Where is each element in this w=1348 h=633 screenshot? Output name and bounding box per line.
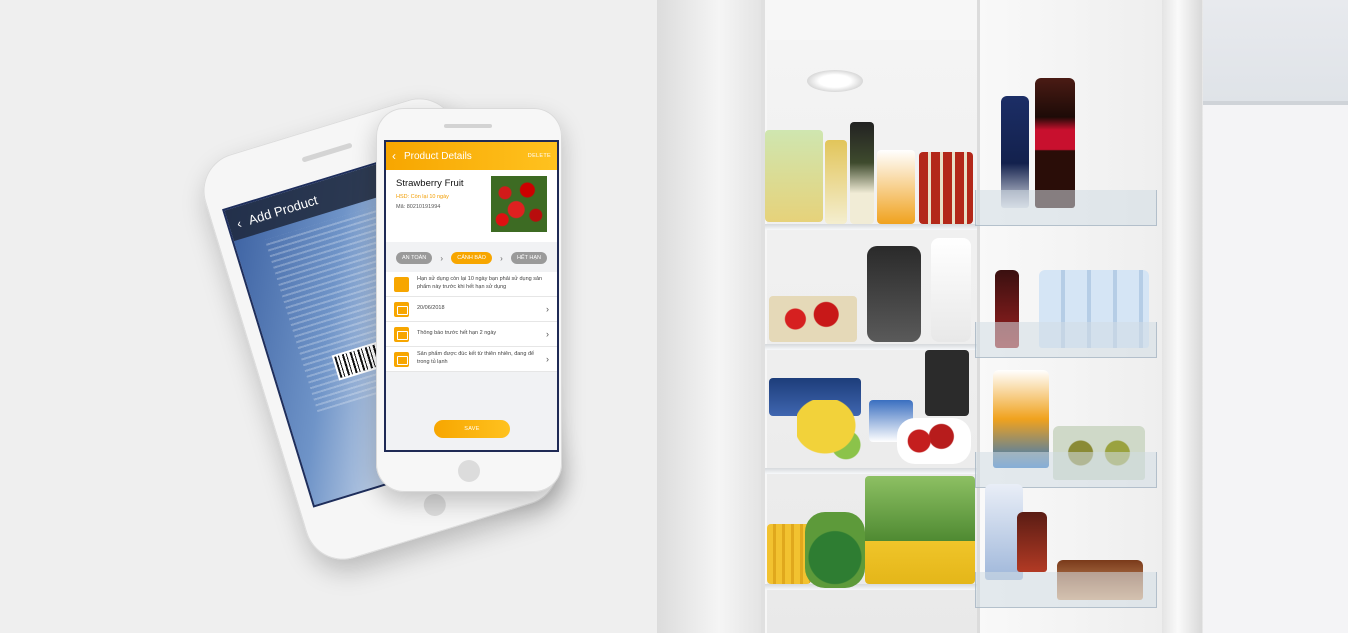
list-item: Hạn sử dụng còn lại 10 ngày bạn phải sử … xyxy=(386,272,557,297)
home-button xyxy=(421,491,449,519)
status-steps: AN TOÀN › CẢNH BÁO › HẾT HẠN xyxy=(386,242,557,270)
food-item xyxy=(769,296,857,342)
fridge-door-edge xyxy=(1162,0,1202,633)
page-title: Product Details xyxy=(404,150,472,162)
add-product-title: Add Product xyxy=(246,191,320,228)
door-bin xyxy=(975,572,1157,608)
food-item xyxy=(877,150,915,224)
list-item[interactable]: Thông báo trước hết hạn 2 ngày › xyxy=(386,322,557,347)
step-expired[interactable]: HẾT HẠN xyxy=(510,252,547,264)
row-text: Hạn sử dụng còn lại 10 ngày bạn phải sử … xyxy=(417,276,543,290)
fridge-light xyxy=(807,70,863,92)
sauce-jar xyxy=(1017,512,1047,572)
door-bin xyxy=(975,322,1157,358)
fridge-shelf xyxy=(765,468,979,474)
product-image xyxy=(491,176,547,232)
chevron-right-icon: › xyxy=(440,253,444,263)
fridge-photo xyxy=(657,0,1348,633)
fridge-left-door xyxy=(657,0,761,633)
food-item xyxy=(897,418,971,464)
food-item xyxy=(931,238,971,342)
front-phone: ‹ Product Details DELETE Strawberry Frui… xyxy=(376,108,562,492)
food-item xyxy=(805,512,865,588)
row-text: Sản phẩm được đúc kết từ thiên nhiên, đa… xyxy=(417,351,535,365)
note-icon xyxy=(394,351,409,367)
row-text: 20/06/2018 xyxy=(417,305,445,312)
chevron-right-icon: › xyxy=(546,329,549,339)
food-item xyxy=(825,140,847,224)
food-item xyxy=(867,246,921,342)
phone-speaker xyxy=(444,124,492,128)
product-details-screen: ‹ Product Details DELETE Strawberry Frui… xyxy=(384,140,559,452)
food-item xyxy=(797,400,867,464)
chevron-right-icon: › xyxy=(546,304,549,314)
warning-icon xyxy=(394,276,409,292)
chevron-right-icon: › xyxy=(500,253,503,263)
product-card: Strawberry Fruit HSD: Còn lại 10 ngày Mã… xyxy=(386,170,557,242)
home-button xyxy=(458,460,480,482)
fridge-shelf xyxy=(765,224,979,230)
phone-speaker xyxy=(301,142,353,163)
chevron-right-icon: › xyxy=(546,354,549,364)
door-bin xyxy=(975,190,1157,226)
food-item xyxy=(850,122,874,224)
kitchen-window xyxy=(1203,0,1348,105)
food-item xyxy=(865,476,975,584)
back-arrow-icon[interactable]: ‹ xyxy=(235,215,244,231)
step-safe[interactable]: AN TOÀN xyxy=(396,252,433,264)
food-item xyxy=(925,350,969,416)
food-item xyxy=(765,130,823,222)
food-item xyxy=(919,152,973,224)
delete-button[interactable]: DELETE xyxy=(528,153,551,159)
detail-list: Hạn sử dụng còn lại 10 ngày bạn phải sử … xyxy=(386,272,557,372)
back-arrow-icon[interactable]: ‹ xyxy=(392,149,396,163)
list-item[interactable]: Sản phẩm được đúc kết từ thiên nhiên, đa… xyxy=(386,347,557,372)
bell-icon xyxy=(394,326,409,342)
calendar-icon xyxy=(394,301,409,317)
row-text: Thông báo trước hết hạn 2 ngày xyxy=(417,330,497,337)
fridge-shelf xyxy=(765,584,979,590)
door-bin xyxy=(975,452,1157,488)
product-details-appbar: ‹ Product Details DELETE xyxy=(386,142,557,170)
save-button[interactable]: SAVE xyxy=(434,420,510,438)
soda-bottle xyxy=(1035,78,1075,208)
list-item[interactable]: 20/06/2018 › xyxy=(386,297,557,322)
step-warning[interactable]: CẢNH BÁO xyxy=(451,252,492,264)
